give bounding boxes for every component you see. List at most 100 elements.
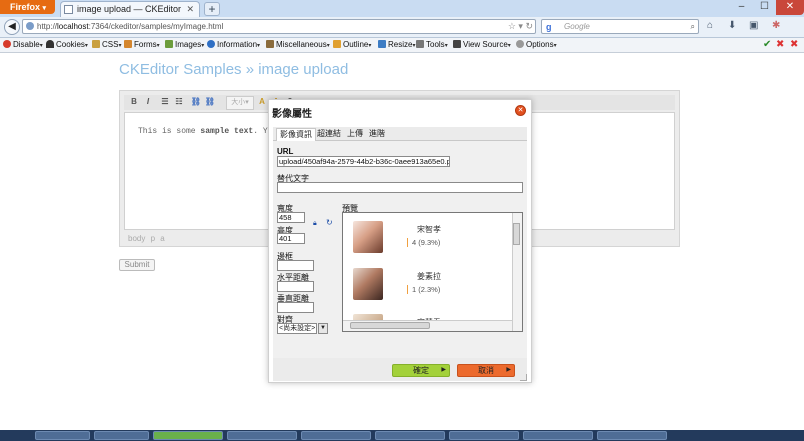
- submit-button[interactable]: Submit: [119, 259, 155, 271]
- outline-icon: [333, 40, 341, 48]
- taskbar-item[interactable]: [153, 431, 223, 440]
- align-select[interactable]: <尚未設定>: [277, 323, 317, 334]
- bookmark-star-icon[interactable]: ☆ ▾ ↻: [508, 20, 533, 33]
- taskbar-item[interactable]: [375, 431, 445, 440]
- maximize-icon[interactable]: ☐: [752, 0, 777, 15]
- tools-menu[interactable]: Tools▾: [416, 38, 448, 53]
- tab-close-icon[interactable]: ✕: [186, 2, 194, 17]
- unlink-icon[interactable]: ⛓: [204, 96, 216, 108]
- home-icon[interactable]: ⌂: [707, 20, 713, 31]
- border-field[interactable]: [277, 260, 314, 271]
- url-label: URL: [277, 147, 294, 156]
- text-color-icon[interactable]: A: [256, 96, 268, 108]
- miscellaneous-menu[interactable]: Miscellaneous▾: [266, 38, 330, 53]
- back-arrow-icon[interactable]: ◀: [4, 19, 20, 35]
- width-field[interactable]: 458: [277, 212, 305, 223]
- hspace-field[interactable]: [277, 281, 314, 292]
- numbered-list-icon[interactable]: ☰: [159, 96, 171, 108]
- resize-handle-icon[interactable]: [520, 374, 527, 381]
- scrollbar-thumb[interactable]: [350, 322, 430, 329]
- cancel-button[interactable]: 取消 ▶: [457, 364, 515, 377]
- preview-item-name: 宋智孝: [417, 225, 441, 234]
- menu-icon[interactable]: ▣: [749, 20, 758, 31]
- address-bar[interactable]: http://localhost:7364/ckeditor/samples/m…: [22, 19, 536, 34]
- taskbar-item[interactable]: [523, 431, 593, 440]
- forms-label: Forms: [134, 40, 157, 49]
- preview-item-count: 1 (2.3%): [407, 285, 440, 294]
- url-host: localhost: [57, 22, 89, 31]
- addon-icon[interactable]: ✱: [772, 20, 780, 31]
- taskbar-item[interactable]: [449, 431, 519, 440]
- web-developer-toolbar: Disable▾ Cookies▾ CSS▾ Forms▾ Images▾ In…: [0, 38, 804, 53]
- italic-icon[interactable]: I: [142, 96, 154, 108]
- cookies-menu[interactable]: Cookies▾: [46, 38, 88, 53]
- view-source-menu[interactable]: View Source▾: [453, 38, 511, 53]
- google-icon: g: [546, 22, 552, 32]
- outline-menu[interactable]: Outline▾: [333, 38, 371, 53]
- height-field[interactable]: 401: [277, 233, 305, 244]
- dialog-title[interactable]: 影像屬性: [272, 105, 312, 120]
- globe-icon: [26, 22, 34, 30]
- link-icon[interactable]: ⛓: [190, 96, 202, 108]
- taskbar-item[interactable]: [94, 431, 149, 440]
- editor-text-before: This is some: [138, 127, 201, 136]
- tab-upload[interactable]: 上傳: [344, 128, 366, 140]
- information-menu[interactable]: Information▾: [207, 38, 260, 53]
- valid-check-icon[interactable]: ✔: [763, 38, 771, 52]
- taskbar-item[interactable]: [301, 431, 371, 440]
- taskbar-item[interactable]: [227, 431, 297, 440]
- taskbar-item[interactable]: [597, 431, 667, 440]
- reset-size-icon[interactable]: ↻: [326, 219, 334, 227]
- disable-icon: [3, 40, 11, 48]
- tab-link[interactable]: 超連結: [314, 128, 344, 140]
- options-menu[interactable]: Options▾: [516, 38, 557, 53]
- portrait-image: [353, 268, 383, 300]
- view-source-label: View Source: [463, 40, 508, 49]
- new-tab-button[interactable]: +: [204, 2, 220, 16]
- window-close-icon[interactable]: ✕: [776, 0, 804, 15]
- warning-icon[interactable]: ✖: [790, 38, 798, 52]
- scrollbar-thumb[interactable]: [513, 223, 520, 245]
- element-path-bar[interactable]: body p a: [128, 234, 165, 243]
- tab-image-info[interactable]: 影像資訊: [276, 128, 316, 141]
- vspace-field[interactable]: [277, 302, 314, 313]
- list-item: 宋智孝 4 (9.3%): [353, 221, 503, 255]
- tools-label: Tools: [426, 40, 445, 49]
- cookies-icon: [46, 40, 54, 48]
- search-input[interactable]: g Google ⌕: [541, 19, 699, 34]
- resize-menu[interactable]: Resize▾: [378, 38, 415, 53]
- image-preview: 宋智孝 4 (9.3%) 姜素拉 1 (2.3%) 宋慧乔: [342, 212, 523, 332]
- css-menu[interactable]: CSS▾: [92, 38, 121, 53]
- close-icon[interactable]: ✕: [515, 105, 526, 116]
- firefox-menu-button[interactable]: Firefox ▾: [0, 0, 55, 14]
- forms-menu[interactable]: Forms▾: [124, 38, 160, 53]
- ok-button[interactable]: 確定 ▶: [392, 364, 450, 377]
- alt-text-field[interactable]: [277, 182, 523, 193]
- minimize-icon[interactable]: –: [729, 0, 754, 15]
- outline-label: Outline: [343, 40, 369, 49]
- font-size-placeholder: 大小: [231, 99, 246, 106]
- cancel-label: 取消: [478, 366, 494, 375]
- error-icon[interactable]: ✖: [776, 38, 784, 52]
- bold-icon[interactable]: B: [128, 96, 140, 108]
- cookies-label: Cookies: [56, 40, 85, 49]
- chevron-down-icon: ▾: [42, 5, 47, 12]
- url-field[interactable]: upload/450af94a-2579-44b2-b36c-0aee913a6…: [277, 156, 450, 167]
- download-icon[interactable]: ⬇: [728, 20, 736, 31]
- bulleted-list-icon[interactable]: ☷: [173, 96, 185, 108]
- font-size-select[interactable]: 大小▾: [226, 96, 254, 110]
- information-icon: [207, 40, 215, 48]
- editor-text: This is some sample text. You: [138, 127, 277, 136]
- search-icon[interactable]: ⌕: [691, 20, 695, 33]
- preview-item-name: 姜素拉: [417, 272, 441, 281]
- chevron-down-icon[interactable]: ▼: [318, 323, 328, 334]
- lock-ratio-icon[interactable]: 🔒︎: [313, 220, 320, 227]
- images-menu[interactable]: Images▾: [165, 38, 204, 53]
- disable-menu[interactable]: Disable▾: [3, 38, 43, 53]
- editor-text-bold: sample text: [200, 127, 254, 136]
- miscellaneous-label: Miscellaneous: [276, 40, 327, 49]
- url-path: :7364/ckeditor/samples/myImage.html: [88, 22, 224, 31]
- taskbar-item[interactable]: [35, 431, 90, 440]
- tab-image-upload[interactable]: image upload — CKEditor Sample ✕: [60, 1, 200, 29]
- tab-advanced[interactable]: 進階: [366, 128, 388, 140]
